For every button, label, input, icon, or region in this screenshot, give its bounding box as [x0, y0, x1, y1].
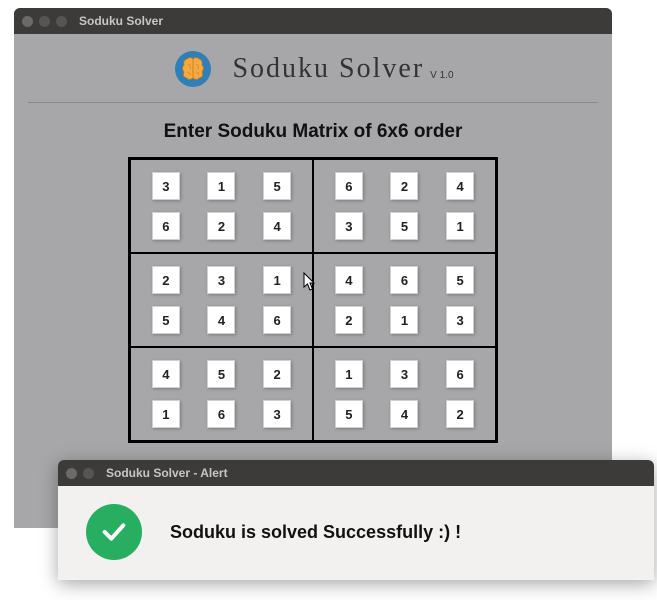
alert-titlebar[interactable]: Soduku Solver - Alert — [58, 460, 654, 486]
grid-cell[interactable] — [446, 212, 474, 240]
version-label: V 1.0 — [430, 70, 453, 81]
maximize-icon[interactable] — [56, 16, 67, 27]
app-header: Soduku Solver V 1.0 — [28, 34, 598, 103]
close-icon[interactable] — [66, 468, 77, 479]
grid-cell[interactable] — [263, 172, 291, 200]
grid-cell[interactable] — [263, 360, 291, 388]
grid-cell[interactable] — [152, 360, 180, 388]
grid-cell[interactable] — [446, 172, 474, 200]
grid-cell[interactable] — [263, 400, 291, 428]
grid-cell[interactable] — [263, 306, 291, 334]
minimize-icon[interactable] — [39, 16, 50, 27]
grid-cell[interactable] — [263, 212, 291, 240]
grid-box — [313, 347, 496, 441]
grid-cell[interactable] — [263, 266, 291, 294]
window-title: Soduku Solver — [79, 14, 163, 28]
grid-cell[interactable] — [207, 172, 235, 200]
grid-cell[interactable] — [335, 172, 363, 200]
grid-cell[interactable] — [152, 400, 180, 428]
grid-cell[interactable] — [335, 212, 363, 240]
grid-cell[interactable] — [335, 306, 363, 334]
close-icon[interactable] — [22, 16, 33, 27]
grid-box — [313, 253, 496, 347]
grid-cell[interactable] — [335, 360, 363, 388]
grid-cell[interactable] — [207, 266, 235, 294]
minimize-icon[interactable] — [83, 468, 94, 479]
main-window: Soduku Solver Soduku Solver V 1.0 Enter … — [14, 8, 612, 528]
grid-box — [313, 159, 496, 253]
alert-message: Soduku is solved Successfully :) ! — [170, 522, 461, 543]
brain-icon — [172, 48, 214, 90]
sudoku-grid — [128, 157, 498, 443]
main-titlebar[interactable]: Soduku Solver — [14, 8, 612, 34]
alert-window: Soduku Solver - Alert Soduku is solved S… — [58, 460, 654, 580]
grid-cell[interactable] — [446, 266, 474, 294]
grid-cell[interactable] — [152, 212, 180, 240]
grid-cell[interactable] — [390, 360, 418, 388]
grid-cell[interactable] — [390, 266, 418, 294]
grid-cell[interactable] — [446, 360, 474, 388]
grid-cell[interactable] — [152, 306, 180, 334]
alert-body: Soduku is solved Successfully :) ! — [58, 486, 654, 578]
grid-cell[interactable] — [207, 306, 235, 334]
grid-cell[interactable] — [390, 212, 418, 240]
grid-cell[interactable] — [207, 400, 235, 428]
alert-title: Soduku Solver - Alert — [106, 466, 228, 480]
grid-box — [130, 347, 313, 441]
grid-cell[interactable] — [390, 306, 418, 334]
success-icon — [86, 504, 142, 560]
grid-cell[interactable] — [335, 266, 363, 294]
grid-cell[interactable] — [390, 172, 418, 200]
grid-cell[interactable] — [207, 212, 235, 240]
grid-box — [130, 253, 313, 347]
grid-cell[interactable] — [207, 360, 235, 388]
grid-cell[interactable] — [446, 400, 474, 428]
grid-cell[interactable] — [390, 400, 418, 428]
grid-cell[interactable] — [335, 400, 363, 428]
app-title: Soduku Solver — [232, 53, 424, 85]
grid-box — [130, 159, 313, 253]
grid-cell[interactable] — [152, 172, 180, 200]
grid-cell[interactable] — [446, 306, 474, 334]
instruction-text: Enter Soduku Matrix of 6x6 order — [14, 121, 612, 143]
grid-cell[interactable] — [152, 266, 180, 294]
